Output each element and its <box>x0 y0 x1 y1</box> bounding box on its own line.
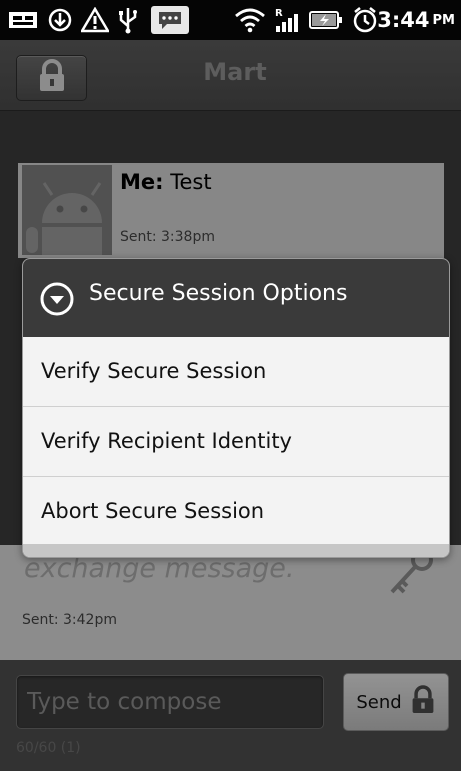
alert-icon <box>80 6 110 34</box>
clock-time: 3:44 <box>377 8 430 32</box>
secure-session-dialog: Secure Session Options Verify Secure Ses… <box>22 258 450 558</box>
menu-item-verify-identity[interactable]: Verify Recipient Identity <box>23 407 449 475</box>
dialog-header: Secure Session Options <box>23 259 449 337</box>
wifi-icon <box>233 6 267 34</box>
menu-item-verify-session[interactable]: Verify Secure Session <box>23 337 449 405</box>
chevron-down-circle-icon <box>40 282 74 316</box>
usb-icon <box>114 6 142 34</box>
keyboard-icon <box>6 6 40 34</box>
clock: 3:44 PM <box>377 6 455 34</box>
status-bar: R 3:44 PM <box>0 0 461 40</box>
battery-charging-icon <box>307 6 345 34</box>
signal-roaming-icon: R <box>273 6 303 34</box>
clock-ampm: PM <box>432 12 455 28</box>
download-icon <box>46 6 74 34</box>
dialog-footer <box>23 544 449 557</box>
chat-notification-icon <box>150 6 190 34</box>
menu-item-abort-session[interactable]: Abort Secure Session <box>23 477 449 545</box>
svg-text:R: R <box>275 8 283 19</box>
alarm-icon <box>351 6 379 34</box>
dialog-title: Secure Session Options <box>89 281 348 306</box>
